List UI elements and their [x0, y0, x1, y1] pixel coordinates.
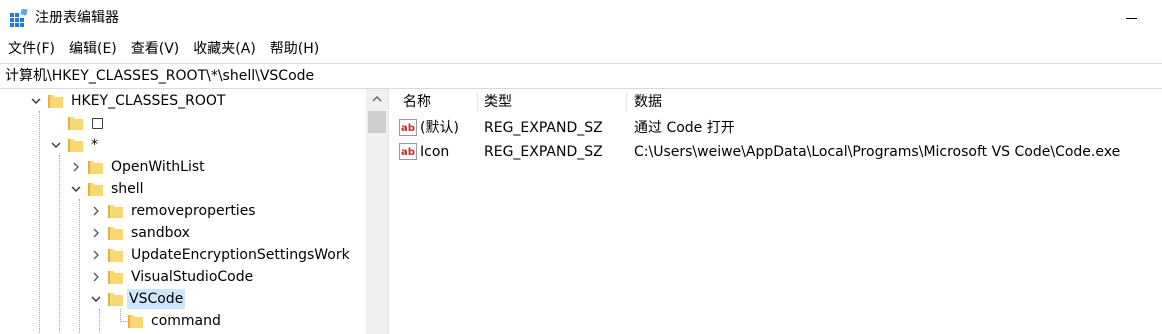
tree-item-label: VisualStudioCode [131, 269, 254, 285]
tree-item-label: HKEY_CLASSES_ROOT [71, 93, 226, 109]
string-value-ab-icon: ab [399, 143, 417, 160]
column-header-type[interactable]: 类型 [484, 89, 512, 115]
menu-edit[interactable]: 编辑(E) [62, 38, 124, 62]
column-header-data[interactable]: 数据 [634, 89, 662, 115]
chevron-right-icon[interactable] [88, 222, 104, 244]
value-row-default[interactable]: ab (默认) REG_EXPAND_SZ 通过 Code 打开 [395, 116, 1162, 140]
tree-item-removeproperties[interactable]: removeproperties [0, 200, 366, 222]
folder-icon [108, 227, 123, 240]
tree-item-label: shell [111, 181, 144, 197]
folder-icon [108, 205, 123, 218]
address-bar[interactable]: 计算机\HKEY_CLASSES_ROOT\*\shell\VSCode [0, 63, 1162, 89]
folder-icon [108, 249, 123, 262]
folder-icon [48, 95, 63, 108]
tree-item-openwithlist[interactable]: OpenWithList [0, 156, 366, 178]
tree-item-visualstudiocode[interactable]: VisualStudioCode [0, 266, 366, 288]
tree-item-label: UpdateEncryptionSettingsWork [131, 247, 350, 263]
menu-bar: 文件(F) 编辑(E) 查看(V) 收藏夹(A) 帮助(H) [0, 38, 326, 62]
svg-text:ab: ab [401, 123, 415, 134]
folder-icon [128, 315, 143, 328]
tree-item-label: VSCode [127, 289, 186, 309]
key-tree: HKEY_CLASSES_ROOT □ * OpenWithList shell… [0, 89, 388, 334]
tree-item-updateencryptionsettingswork[interactable]: UpdateEncryptionSettingsWork [0, 244, 366, 266]
svg-text:ab: ab [401, 147, 415, 158]
tree-item-label: command [151, 313, 221, 329]
chevron-down-icon[interactable] [88, 288, 104, 310]
column-header-name[interactable]: 名称 [403, 89, 431, 115]
tree-item-shell[interactable]: shell [0, 178, 366, 200]
tree-item-label: □ [91, 115, 105, 131]
tree-item-square[interactable]: □ [0, 112, 366, 134]
folder-icon [68, 139, 83, 152]
value-name: Icon [420, 144, 450, 160]
tree-item-asterisk[interactable]: * [0, 134, 366, 156]
minimize-button[interactable] [1106, 0, 1156, 36]
address-path[interactable]: 计算机\HKEY_CLASSES_ROOT\*\shell\VSCode [5, 67, 314, 85]
tree-scrollbar[interactable] [366, 89, 388, 334]
chevron-right-icon[interactable] [88, 244, 104, 266]
string-value-ab-icon: ab [399, 119, 417, 136]
menu-help[interactable]: 帮助(H) [263, 38, 326, 62]
value-name: (默认) [420, 120, 459, 136]
value-data: 通过 Code 打开 [634, 120, 735, 136]
chevron-right-icon[interactable] [68, 156, 84, 178]
tree-item-label: sandbox [131, 225, 190, 241]
folder-icon [88, 183, 103, 196]
value-type: REG_EXPAND_SZ [484, 144, 603, 160]
menu-file[interactable]: 文件(F) [0, 38, 62, 62]
folder-open-icon [108, 293, 123, 306]
title-bar: 注册表编辑器 [0, 0, 1162, 36]
tree-item-command[interactable]: command [0, 310, 366, 332]
values-list: 名称 类型 数据 ab (默认) REG_EXPAND_SZ 通过 Code 打… [395, 89, 1162, 334]
column-separator[interactable] [477, 92, 478, 112]
registry-editor-icon [10, 9, 28, 27]
menu-favorites[interactable]: 收藏夹(A) [186, 38, 263, 62]
tree-item-label: OpenWithList [111, 159, 205, 175]
chevron-down-icon[interactable] [48, 134, 64, 156]
scrollbar-thumb[interactable] [368, 111, 386, 133]
tree-item-label: removeproperties [131, 203, 256, 219]
column-separator[interactable] [626, 92, 627, 112]
value-data: C:\Users\weiwe\AppData\Local\Programs\Mi… [634, 144, 1121, 160]
folder-icon [108, 271, 123, 284]
menu-view[interactable]: 查看(V) [124, 38, 187, 62]
tree-item-label: * [91, 137, 98, 153]
value-row-icon[interactable]: ab Icon REG_EXPAND_SZ C:\Users\weiwe\App… [395, 140, 1162, 164]
value-type: REG_EXPAND_SZ [484, 120, 603, 136]
chevron-right-icon[interactable] [88, 200, 104, 222]
tree-item-sandbox[interactable]: sandbox [0, 222, 366, 244]
pane-splitter[interactable] [388, 89, 395, 334]
chevron-down-icon[interactable] [68, 178, 84, 200]
scroll-up-arrow-icon[interactable] [366, 89, 388, 109]
chevron-right-icon[interactable] [88, 266, 104, 288]
chevron-down-icon[interactable] [28, 90, 44, 112]
tree-item-vscode[interactable]: VSCode [0, 288, 366, 310]
window-title: 注册表编辑器 [35, 10, 119, 26]
folder-icon [68, 117, 83, 130]
folder-icon [88, 161, 103, 174]
tree-item-hkey-classes-root[interactable]: HKEY_CLASSES_ROOT [0, 90, 366, 112]
